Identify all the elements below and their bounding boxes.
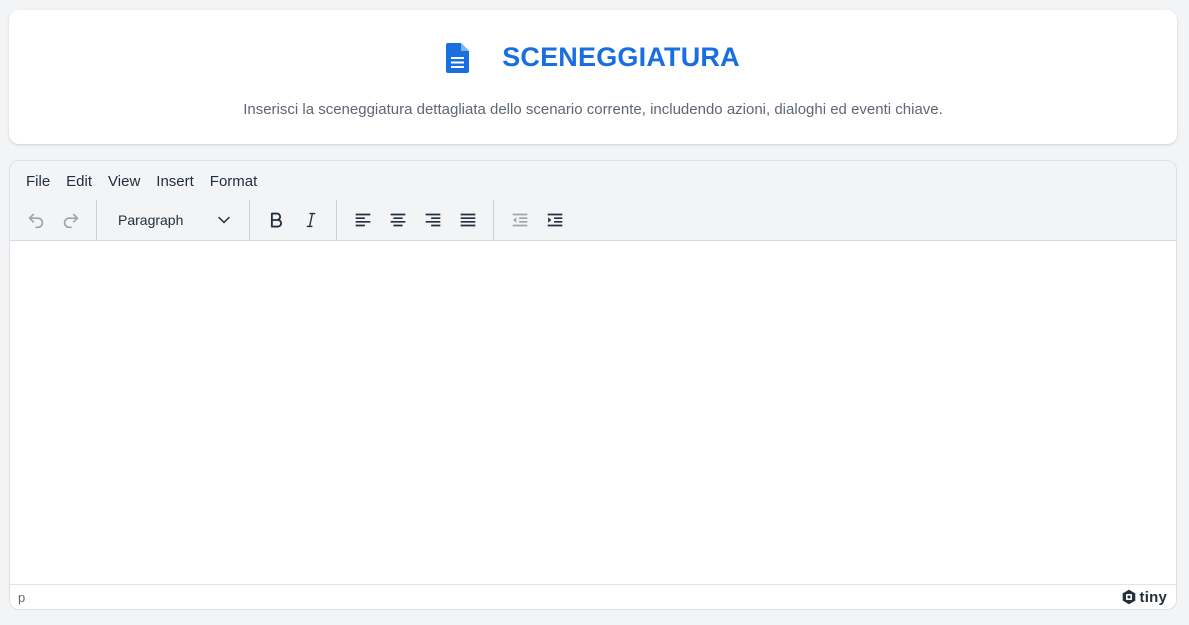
italic-icon: [306, 212, 315, 228]
text-style-group: [250, 200, 337, 240]
title-row: SCENEGGIATURA: [9, 42, 1177, 73]
menu-view[interactable]: View: [100, 170, 148, 193]
header-card: SCENEGGIATURA Inserisci la sceneggiatura…: [9, 10, 1177, 144]
indent-group: [494, 200, 580, 240]
document-icon: [446, 42, 470, 73]
block-format-group: Paragraph: [97, 200, 250, 240]
chevron-down-icon: [218, 216, 230, 224]
align-center-icon: [390, 213, 405, 227]
indent-button[interactable]: [538, 203, 572, 237]
redo-icon: [63, 213, 78, 229]
indent-icon: [547, 213, 562, 227]
toolbar: Paragraph: [10, 200, 1176, 240]
menu-insert[interactable]: Insert: [148, 170, 202, 193]
align-left-icon: [355, 213, 370, 227]
block-format-label: Paragraph: [118, 212, 184, 228]
block-format-select[interactable]: Paragraph: [105, 203, 241, 237]
align-right-button[interactable]: [416, 203, 450, 237]
page-title: SCENEGGIATURA: [502, 42, 740, 72]
editor-content-area[interactable]: [10, 241, 1176, 584]
alignment-group: [337, 200, 494, 240]
history-group: [10, 200, 97, 240]
outdent-icon: [512, 213, 527, 227]
align-right-icon: [425, 213, 440, 227]
outdent-button[interactable]: [503, 203, 537, 237]
editor-header: File Edit View Insert Format Paragraph: [10, 161, 1176, 241]
bold-button[interactable]: [259, 203, 293, 237]
tiny-brand-text: tiny: [1139, 588, 1167, 606]
rich-text-editor: File Edit View Insert Format Paragraph p…: [9, 160, 1177, 610]
align-center-button[interactable]: [381, 203, 415, 237]
undo-button[interactable]: [19, 203, 53, 237]
redo-button[interactable]: [54, 203, 88, 237]
align-justify-button[interactable]: [451, 203, 485, 237]
bold-icon: [270, 212, 282, 228]
editor-statusbar: p tiny: [10, 584, 1176, 609]
italic-button[interactable]: [294, 203, 328, 237]
menu-format[interactable]: Format: [202, 170, 266, 193]
page-subtitle: Inserisci la sceneggiatura dettagliata d…: [243, 101, 943, 118]
align-left-button[interactable]: [346, 203, 380, 237]
menu-file[interactable]: File: [18, 170, 58, 193]
element-path[interactable]: p: [18, 590, 25, 605]
align-justify-icon: [460, 213, 475, 227]
undo-icon: [28, 213, 43, 229]
menu-edit[interactable]: Edit: [58, 170, 100, 193]
tiny-logo-icon: [1122, 589, 1135, 605]
tiny-brand-link[interactable]: tiny: [1121, 589, 1167, 606]
menubar: File Edit View Insert Format: [18, 169, 265, 193]
